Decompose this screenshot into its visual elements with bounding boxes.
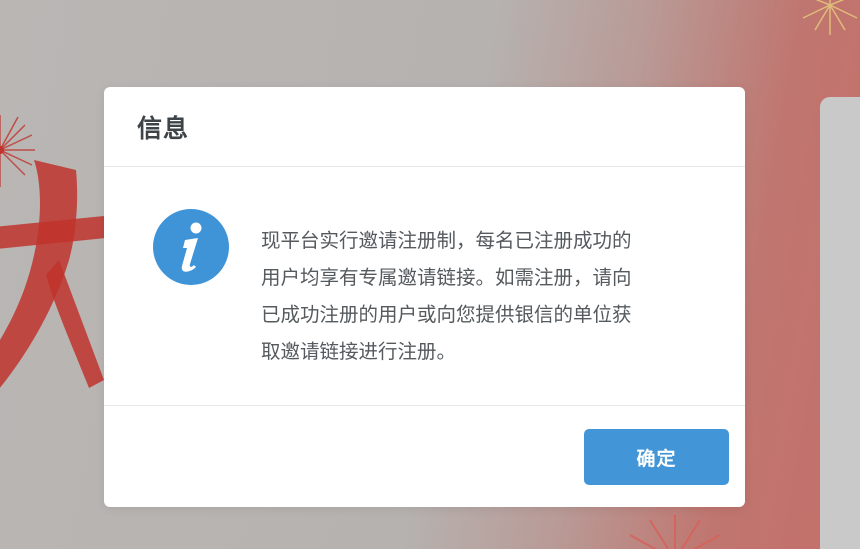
dialog-header: 信息 [104, 87, 745, 167]
page-background: 信息 现平台实行邀请注册制，每名已注册成功的 用户均享有专属邀请链接。如需注册，… [0, 0, 860, 549]
info-icon [153, 209, 229, 285]
message-line: 现平台实行邀请注册制，每名已注册成功的 [261, 229, 632, 252]
message-line: 用户均享有专属邀请链接。如需注册，请向 [261, 266, 632, 289]
dialog-title: 信息 [137, 114, 190, 143]
message-line: 取邀请链接进行注册。 [261, 340, 457, 363]
dialog-message: 现平台实行邀请注册制，每名已注册成功的 用户均享有专属邀请链接。如需注册，请向 … [261, 222, 701, 370]
firework-decoration [0, 115, 35, 187]
firework-decoration [629, 515, 721, 549]
confirm-button[interactable]: 确定 [584, 429, 729, 485]
message-line: 已成功注册的用户或向您提供银信的单位获 [261, 303, 632, 326]
firework-decoration [802, 0, 858, 35]
dialog-footer: 确定 [104, 406, 745, 506]
dialog-body: 现平台实行邀请注册制，每名已注册成功的 用户均享有专属邀请链接。如需注册，请向 … [104, 167, 745, 406]
info-dialog: 信息 现平台实行邀请注册制，每名已注册成功的 用户均享有专属邀请链接。如需注册，… [104, 87, 745, 507]
background-card [820, 97, 860, 549]
